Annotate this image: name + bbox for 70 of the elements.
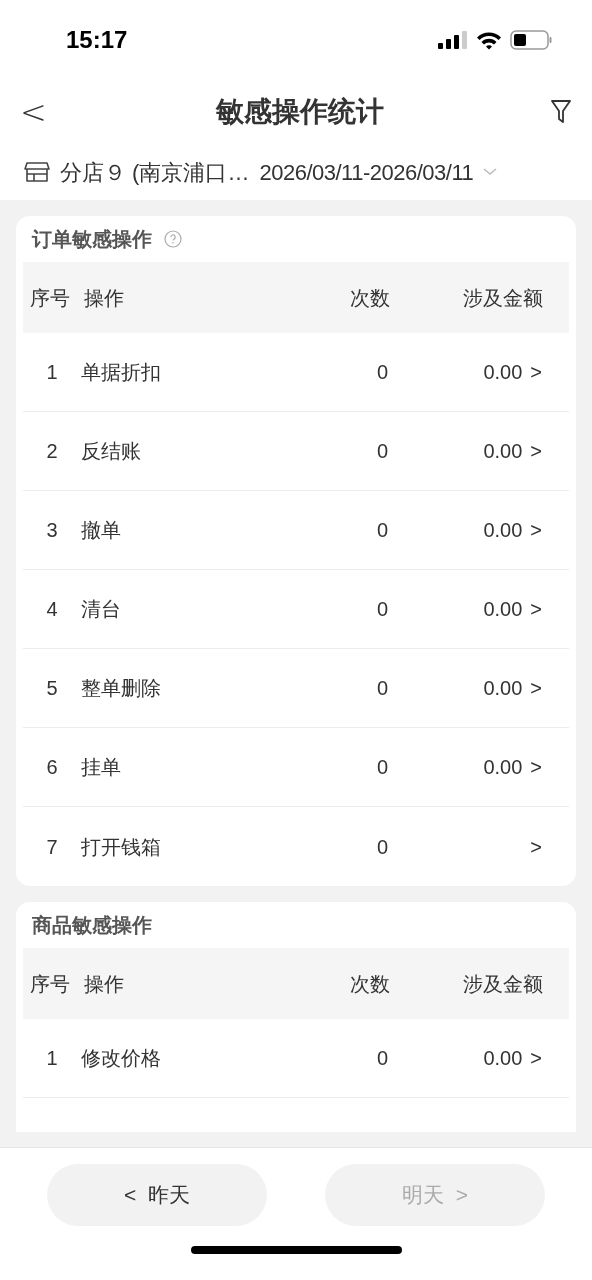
date-range[interactable]: 2026/03/11-2026/03/11 — [259, 155, 474, 189]
table-cell-text: 挂单 — [81, 755, 122, 780]
table-row[interactable]: 5 整单删除 0 0.00 > — [23, 649, 569, 728]
column-header: 操作 — [84, 285, 125, 311]
table-cell-text: 打开钱箱 — [81, 834, 162, 860]
table-cell-text: 修改价格 — [81, 1046, 162, 1071]
signal-icon — [438, 31, 468, 49]
table-cell-text: 3 — [45, 518, 59, 543]
table-row[interactable]: 1 修改价格 0 0.00 > — [23, 1019, 569, 1098]
table-cell-text: 0 — [375, 360, 388, 385]
table-row[interactable]: 3 撤单 0 0.00 > — [23, 491, 569, 570]
table-cell-text: 0 — [375, 1046, 388, 1071]
table-cell-text: 0 — [375, 676, 388, 701]
column-header: 涉及金额 — [462, 971, 543, 997]
table-cell-text: 反结账 — [81, 439, 142, 464]
table-row[interactable]: 2 反结账 0 0.00 > — [23, 412, 569, 491]
table-cell-text: 0.00 — [483, 360, 523, 385]
table-cell-text: 7 — [45, 834, 59, 860]
section-title: 订单敏感操作 — [32, 227, 152, 252]
column-header: 序号 — [29, 971, 71, 997]
table-cell-text: 0 — [375, 597, 388, 622]
table-cell-text: 单据折扣 — [81, 360, 162, 385]
chevron-icon: > — [530, 1043, 542, 1073]
chevron-icon: > — [530, 752, 542, 782]
table-cell-text: 6 — [45, 755, 59, 780]
battery-icon — [510, 30, 552, 50]
table-cell-text: 0 — [375, 755, 388, 780]
wifi-icon — [476, 30, 502, 50]
table-cell-text: 0.00 — [483, 676, 523, 701]
section-title: 商品敏感操作 — [32, 913, 152, 938]
table-row[interactable]: 1 单据折扣 0 0.00 > — [23, 333, 569, 412]
table-cell-text: 0 — [375, 518, 388, 543]
table-row[interactable]: 6 挂单 0 0.00 > — [23, 728, 569, 807]
page-title: 敏感操作统计 — [216, 95, 384, 129]
table-cell-text: 0.00 — [483, 755, 523, 780]
filter-icon[interactable] — [550, 99, 572, 125]
table-cell-text: 0 — [375, 834, 388, 860]
table-cell-text: 整单删除 — [81, 676, 162, 701]
table-cell-text: 1 — [45, 360, 59, 385]
table-cell-text: 0 — [375, 439, 388, 464]
table-cell-text: 0.00 — [483, 597, 523, 622]
column-header: 次数 — [349, 285, 390, 311]
table-cell-text: 4 — [45, 597, 59, 622]
chevron-icon: > — [530, 436, 542, 466]
chevron-icon: > — [530, 831, 542, 862]
table-cell-text: 0.00 — [483, 439, 523, 464]
store-icon — [24, 160, 50, 184]
column-header: 次数 — [349, 971, 390, 997]
day-button[interactable]: < 昨天 — [47, 1164, 267, 1226]
chevron-down-icon[interactable] — [483, 168, 498, 176]
table-cell-text: 0.00 — [483, 518, 523, 543]
table-cell-text: 2 — [45, 439, 59, 464]
help-icon[interactable] — [164, 230, 182, 248]
table-cell-text: 撤单 — [81, 518, 122, 543]
table-row[interactable]: 4 清台 0 0.00 > — [23, 570, 569, 649]
table-cell-text: 5 — [45, 676, 59, 701]
status-time: 15:17 — [66, 25, 128, 55]
chevron-icon: > — [530, 594, 542, 624]
back-button[interactable]: < — [20, 88, 50, 136]
table-cell-text: 1 — [45, 1046, 59, 1071]
table-row[interactable]: 7 打开钱箱 0 > — [23, 807, 569, 886]
chevron-icon: > — [530, 515, 542, 545]
chevron-icon: > — [530, 357, 542, 387]
chevron-icon: > — [530, 673, 542, 703]
column-header: 操作 — [84, 971, 125, 997]
table-cell-text: 0.00 — [483, 1046, 523, 1071]
table-cell-text: 清台 — [81, 597, 122, 622]
column-header: 序号 — [29, 285, 71, 311]
column-header: 涉及金额 — [462, 285, 543, 311]
store-name[interactable]: 分店９ (南京浦口… — [60, 155, 250, 189]
